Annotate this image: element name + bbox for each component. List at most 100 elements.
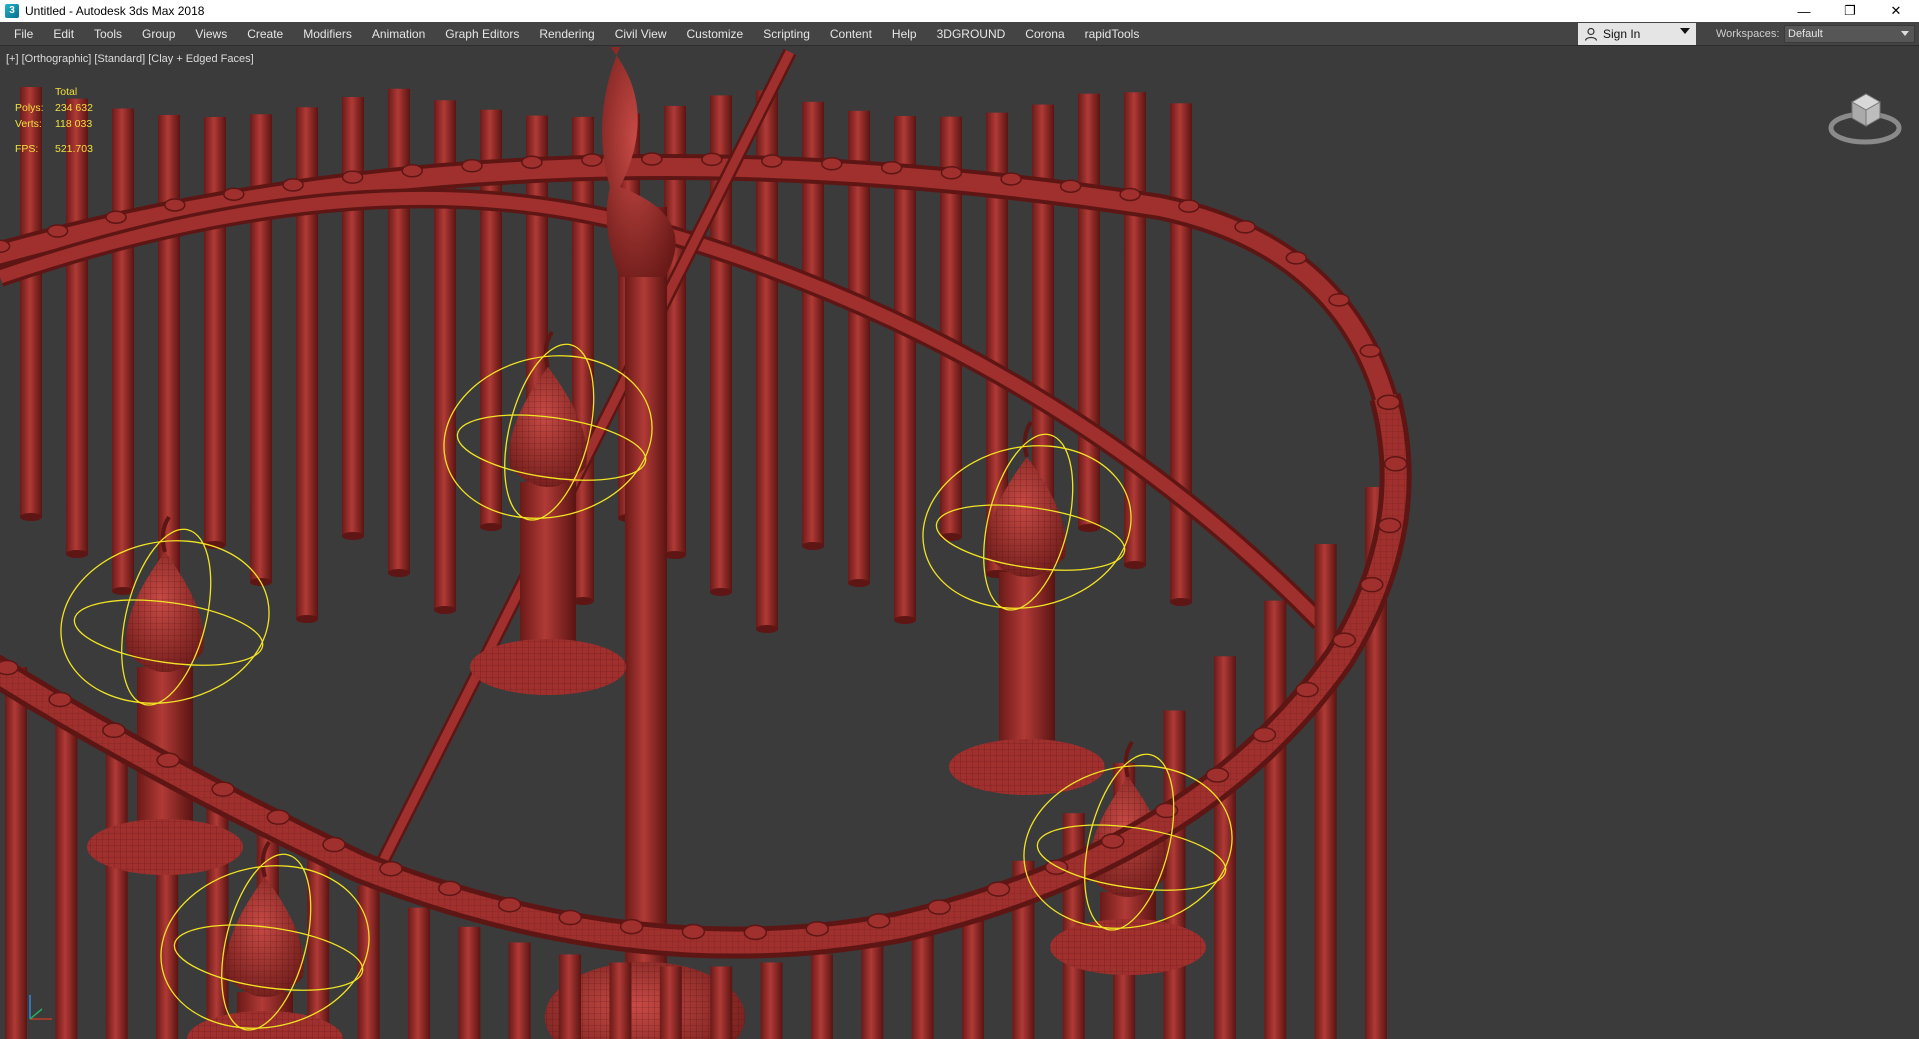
ring-stud bbox=[743, 924, 768, 941]
ring-stud bbox=[681, 923, 706, 940]
menu-civil-view[interactable]: Civil View bbox=[605, 22, 677, 46]
ring-stud bbox=[866, 913, 891, 929]
rod-cap bbox=[1124, 561, 1146, 569]
perspective-viewport[interactable]: [+] [Orthographic] [Standard] [Clay + Ed… bbox=[0, 47, 1919, 1039]
drip-cup-wire bbox=[87, 819, 243, 875]
ring-stud bbox=[1377, 517, 1402, 534]
menu-tools[interactable]: Tools bbox=[84, 22, 132, 46]
rod bbox=[659, 966, 682, 1039]
ring-stud bbox=[211, 781, 235, 797]
rod bbox=[342, 97, 364, 536]
rod-cap bbox=[756, 625, 778, 633]
ring-stud bbox=[0, 659, 19, 676]
viewport-standard-label[interactable]: [Standard] bbox=[94, 53, 145, 65]
ring-stud bbox=[438, 880, 462, 897]
stats-header: Total bbox=[55, 86, 78, 98]
rod bbox=[1213, 656, 1236, 1039]
menu-modifiers[interactable]: Modifiers bbox=[293, 22, 362, 46]
chevron-down-icon bbox=[1680, 28, 1690, 34]
menu-scripting[interactable]: Scripting bbox=[753, 22, 820, 46]
menu-graph-editors[interactable]: Graph Editors bbox=[435, 22, 529, 46]
rod bbox=[458, 926, 481, 1039]
menu-views[interactable]: Views bbox=[185, 22, 237, 46]
app-icon[interactable]: 3 bbox=[5, 4, 19, 18]
viewport-label: [+] [Orthographic] [Standard] [Clay + Ed… bbox=[6, 53, 254, 65]
rod-cap bbox=[894, 616, 916, 624]
ring-stud bbox=[927, 899, 951, 915]
rod-cap bbox=[1078, 524, 1100, 532]
menu-edit[interactable]: Edit bbox=[43, 22, 84, 46]
verts-label: Verts: bbox=[15, 118, 42, 130]
flame-bulb-wire bbox=[126, 552, 204, 672]
polys-value: 234 632 bbox=[55, 102, 93, 114]
ring-stud bbox=[701, 152, 723, 167]
menu-corona[interactable]: Corona bbox=[1015, 22, 1074, 46]
ring-stud bbox=[1383, 456, 1408, 472]
fps-label: FPS: bbox=[15, 143, 39, 155]
ring-stud bbox=[805, 921, 830, 937]
ring-stud bbox=[379, 860, 403, 877]
user-icon bbox=[1584, 27, 1598, 41]
rod bbox=[66, 98, 88, 554]
central-stem bbox=[625, 207, 667, 1039]
chevron-down-icon bbox=[1901, 31, 1909, 36]
close-button[interactable]: ✕ bbox=[1873, 0, 1919, 22]
rod bbox=[810, 954, 833, 1039]
restore-button[interactable]: ❐ bbox=[1827, 0, 1873, 22]
ring-stud bbox=[880, 160, 903, 175]
rod bbox=[508, 942, 531, 1039]
minimize-button[interactable]: — bbox=[1781, 0, 1827, 22]
menu-animation[interactable]: Animation bbox=[362, 22, 435, 46]
workspace-select[interactable]: Default bbox=[1784, 25, 1915, 43]
menu-content[interactable]: Content bbox=[820, 22, 882, 46]
rod-cap bbox=[940, 533, 962, 541]
rod-cap bbox=[664, 551, 686, 559]
menu-rapidtools[interactable]: rapidTools bbox=[1075, 22, 1150, 46]
viewport-view-label[interactable]: [Orthographic] bbox=[22, 53, 92, 65]
rod bbox=[894, 116, 916, 620]
ring-stud bbox=[521, 155, 543, 169]
viewport-statistics: Total Polys: 234 632 Verts: 118 033 FPS: 52… bbox=[15, 84, 93, 157]
menu-group[interactable]: Group bbox=[132, 22, 185, 46]
menu-create[interactable]: Create bbox=[237, 22, 293, 46]
ring-stud bbox=[1059, 179, 1082, 193]
ring-stud bbox=[46, 224, 69, 238]
menu-3dground[interactable]: 3DGROUND bbox=[927, 22, 1016, 46]
menu-rendering[interactable]: Rendering bbox=[529, 22, 604, 46]
title-bar: 3 Untitled - Autodesk 3ds Max 2018 — ❐ ✕ bbox=[0, 0, 1919, 22]
rod-cap bbox=[434, 606, 456, 614]
ring-stud bbox=[1100, 833, 1125, 849]
rod-cap bbox=[1170, 598, 1192, 606]
rod bbox=[710, 966, 733, 1039]
flame-bulb-wire bbox=[226, 877, 304, 997]
menu-file[interactable]: File bbox=[0, 22, 43, 46]
menu-help[interactable]: Help bbox=[882, 22, 927, 46]
viewport-menu-plus[interactable]: [+] bbox=[6, 53, 19, 65]
rod-cap bbox=[66, 550, 88, 558]
workspaces-label: Workspaces: bbox=[1716, 28, 1780, 40]
rod-cap bbox=[342, 532, 364, 540]
rod bbox=[1163, 710, 1186, 1039]
rod bbox=[388, 88, 410, 573]
viewport-shading-label[interactable]: [Clay + Edged Faces] bbox=[148, 53, 253, 65]
ring-stud bbox=[1295, 681, 1319, 698]
ring-stud bbox=[1328, 293, 1350, 307]
ring-stud bbox=[1376, 394, 1401, 411]
sign-in-dropdown[interactable]: Sign In bbox=[1578, 23, 1696, 45]
rod bbox=[609, 962, 632, 1039]
scene-canvas[interactable] bbox=[0, 47, 1919, 1039]
ring-stud bbox=[940, 166, 963, 180]
ring-stud bbox=[1360, 576, 1384, 593]
verts-value: 118 033 bbox=[55, 118, 93, 130]
ring-stud bbox=[1000, 172, 1022, 186]
ring-stud bbox=[48, 691, 72, 708]
sign-in-label: Sign In bbox=[1603, 27, 1641, 41]
rod bbox=[1264, 600, 1287, 1039]
ring-stud bbox=[102, 722, 126, 739]
menu-customize[interactable]: Customize bbox=[677, 22, 754, 46]
window-title: Untitled - Autodesk 3ds Max 2018 bbox=[25, 4, 205, 18]
rod bbox=[158, 114, 180, 628]
drip-cup-wire bbox=[949, 739, 1105, 795]
viewcube-icon[interactable] bbox=[1826, 80, 1904, 152]
ring-stud bbox=[1332, 632, 1356, 648]
